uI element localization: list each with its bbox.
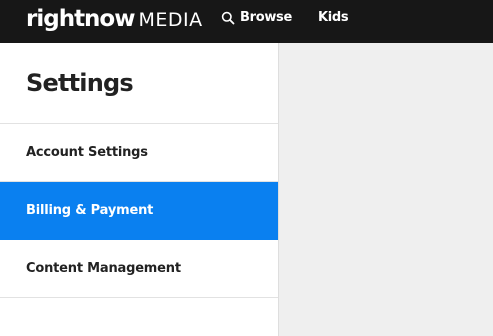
rightnow-media-logo[interactable]: rightnow MEDIA <box>26 4 203 34</box>
settings-sidebar: Settings Account Settings Billing & Paym… <box>0 43 279 336</box>
main-content-area <box>279 43 493 336</box>
logo-wordmark-bold: rightnow <box>26 6 135 32</box>
page-title: Settings <box>26 69 134 97</box>
sidebar-item-content-management[interactable]: Content Management <box>0 240 278 298</box>
search-icon <box>221 10 235 25</box>
settings-menu: Account Settings Billing & Payment Conte… <box>0 123 278 298</box>
nav-kids[interactable]: Kids <box>318 8 349 26</box>
top-navigation-bar: rightnow MEDIA Browse Kids <box>0 0 493 43</box>
nav-kids-label: Kids <box>318 9 349 25</box>
nav-browse-label: Browse <box>240 9 293 25</box>
sidebar-item-billing-payment[interactable]: Billing & Payment <box>0 182 278 240</box>
nav-browse[interactable]: Browse <box>221 8 292 26</box>
logo-wordmark-light: MEDIA <box>138 9 203 31</box>
sidebar-item-account-settings[interactable]: Account Settings <box>0 124 278 182</box>
